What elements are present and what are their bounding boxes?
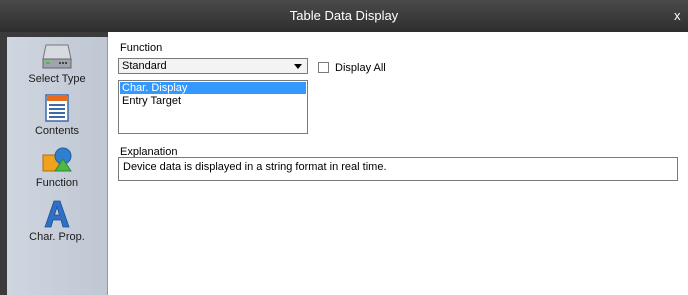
sidebar-item-contents[interactable]: Contents: [7, 93, 107, 137]
function-dropdown[interactable]: Standard: [118, 58, 308, 74]
content-panel: Function Standard Display All Char. Disp…: [108, 32, 688, 295]
shapes-icon: [42, 147, 72, 172]
close-icon[interactable]: x: [674, 0, 688, 32]
explanation-field: Device data is displayed in a string for…: [118, 157, 678, 181]
table-list-icon: [45, 94, 69, 122]
function-label: Function: [120, 42, 163, 54]
list-item[interactable]: Entry Target: [120, 95, 306, 107]
chevron-down-icon: [294, 64, 302, 69]
function-dropdown-value: Standard: [122, 60, 167, 72]
sidebar-item-label: Function: [35, 177, 79, 189]
hard-drive-icon: [42, 44, 72, 69]
letter-a-icon: [44, 200, 70, 228]
window-title: Table Data Display: [289, 8, 399, 23]
sidebar-item-function[interactable]: Function: [7, 145, 107, 189]
sidebar-item-label: Select Type: [28, 73, 86, 85]
sidebar-item-char-prop[interactable]: Char. Prop.: [7, 199, 107, 243]
title-bar: Table Data Display x: [0, 0, 688, 33]
list-item[interactable]: Char. Display: [120, 82, 306, 94]
sidebar-item-select-type[interactable]: Select Type: [7, 41, 107, 85]
function-listbox[interactable]: Char. Display Entry Target: [118, 80, 308, 134]
sidebar-item-label: Char. Prop.: [29, 231, 85, 243]
display-all-label[interactable]: Display All: [335, 62, 386, 74]
sidebar: Select Type Contents Function Char. Prop…: [7, 37, 108, 295]
display-all-checkbox[interactable]: [318, 62, 329, 73]
sidebar-item-label: Contents: [34, 125, 80, 137]
